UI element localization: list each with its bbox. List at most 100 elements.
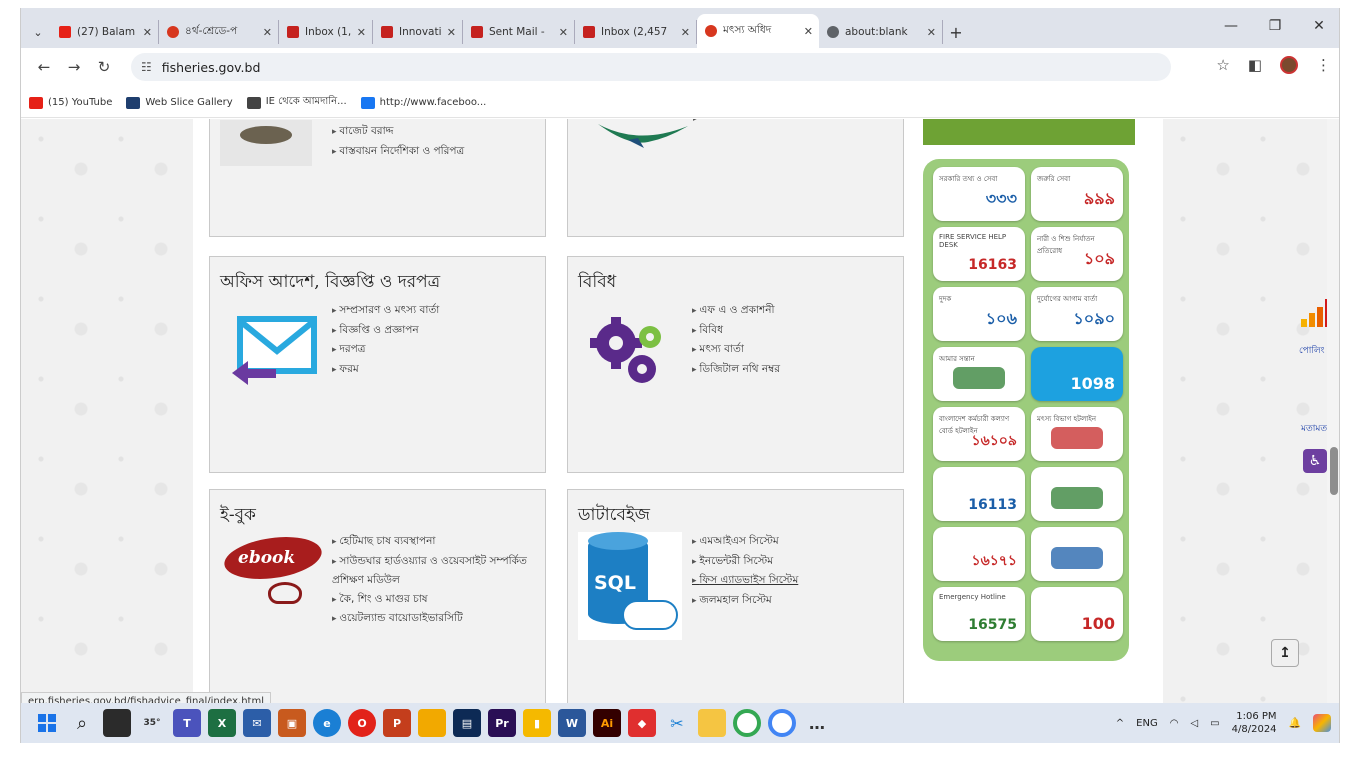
menu-icon[interactable]: ⋮ <box>1316 56 1331 74</box>
notice-link[interactable]: বিজ্ঞপ্তি ও প্রজ্ঞাপন <box>332 321 439 341</box>
close-tab-icon[interactable]: ✕ <box>143 26 152 39</box>
ebook-link-3[interactable]: কৈ, শিং ও মাগুর চাষ <box>332 590 537 610</box>
hotline-tile[interactable]: নারী ও শিশু নির্যাতন প্রতিরোধ ১০৯ <box>1031 227 1123 281</box>
mail-icon[interactable]: ✉ <box>243 709 271 737</box>
hotline-tile[interactable]: আমার সন্তান <box>933 347 1025 401</box>
opera-icon[interactable]: O <box>348 709 376 737</box>
tab-search-icon[interactable]: ⌄ <box>25 16 51 48</box>
profile-avatar[interactable] <box>1280 56 1298 74</box>
new-tab-button[interactable]: + <box>943 23 969 42</box>
browser-tab[interactable]: (27) Balam ✕ <box>51 20 159 44</box>
close-tab-icon[interactable]: ✕ <box>681 26 690 39</box>
weather-icon[interactable]: 35° <box>138 709 166 737</box>
clock[interactable]: 1:06 PM 4/8/2024 <box>1232 710 1277 736</box>
opinion-link[interactable]: মতামত <box>1301 421 1327 436</box>
copilot-icon[interactable] <box>1313 714 1331 732</box>
browser-tab[interactable]: ৪র্থ-শ্রেডে-প ✕ <box>159 20 279 44</box>
site-info-icon[interactable]: ☷ <box>141 60 152 74</box>
close-tab-icon[interactable]: ✕ <box>263 26 272 39</box>
tender-link[interactable]: দরপত্র <box>332 340 439 360</box>
restore-icon[interactable]: ❐ <box>1253 8 1297 44</box>
file-explorer-icon[interactable] <box>698 709 726 737</box>
hotline-tile[interactable]: দুর্যোগের আগাম বার্তা ১০৯০ <box>1031 287 1123 341</box>
browser-tab[interactable]: about:blank ✕ <box>819 20 943 44</box>
misc-link[interactable]: বিবিধ <box>692 321 780 341</box>
browser-tab[interactable]: Sent Mail - ✕ <box>463 20 575 44</box>
volume-icon[interactable]: ◁ <box>1190 718 1198 729</box>
battery-icon[interactable]: ▭ <box>1210 718 1219 729</box>
close-tab-icon[interactable]: ✕ <box>927 26 936 39</box>
inventory-system-link[interactable]: ইনভেন্টরী সিস্টেম <box>692 552 798 572</box>
hotline-tile[interactable]: জরুরি সেবা ৯৯৯ <box>1031 167 1123 221</box>
budget-link[interactable]: বাজেট বরাদ্দ <box>332 122 464 142</box>
edge-icon[interactable]: e <box>313 709 341 737</box>
hotline-tile[interactable]: 100 <box>1031 587 1123 641</box>
hotline-tile[interactable]: ১৬১৭১ <box>933 527 1025 581</box>
chrome-icon[interactable] <box>733 709 761 737</box>
tray-chevron-icon[interactable]: ^ <box>1116 718 1124 729</box>
more-apps-icon[interactable]: … <box>803 709 831 737</box>
back-icon[interactable]: ← <box>29 58 59 76</box>
power-bi-icon[interactable]: ▮ <box>523 709 551 737</box>
scroll-to-top-button[interactable]: ↥ <box>1271 639 1299 667</box>
hotline-tile[interactable]: দুদক ১০৬ <box>933 287 1025 341</box>
search-icon[interactable]: ⌕ <box>68 709 96 737</box>
scrollbar-thumb[interactable] <box>1330 447 1338 495</box>
premiere-icon[interactable]: Pr <box>488 709 516 737</box>
bookmark-star-icon[interactable]: ☆ <box>1216 56 1229 74</box>
fish-advice-system-link[interactable]: ফিস এ্যাডভাইস সিস্টেম <box>692 571 798 591</box>
minimize-icon[interactable]: — <box>1209 8 1253 44</box>
photos-icon[interactable]: ▣ <box>278 709 306 737</box>
sticky-notes-icon[interactable] <box>418 709 446 737</box>
excel-icon[interactable]: X <box>208 709 236 737</box>
reload-icon[interactable]: ↻ <box>89 58 119 76</box>
browser-tab[interactable]: Innovation ✕ <box>373 20 463 44</box>
fao-publication-link[interactable]: এফ এ ও প্রকাশনী <box>692 301 780 321</box>
bookmark-item[interactable]: Web Slice Gallery <box>126 96 233 109</box>
guideline-link[interactable]: বাস্তবায়ন নির্দেশিকা ও পরিপত্র <box>332 142 464 162</box>
bookmark-item[interactable]: IE থেকে আমদানি... <box>246 94 347 111</box>
chrome-profile-icon[interactable] <box>768 709 796 737</box>
browser-tab[interactable]: Inbox (1,19 ✕ <box>279 20 373 44</box>
ebook-link-2[interactable]: সাউন্ডঘার হার্ডওয়্যার ও ওয়েবসাইট সম্পর… <box>332 552 537 590</box>
notification-bell-icon[interactable]: 🔔 <box>1289 718 1301 729</box>
browser-tab[interactable]: মৎস্য অধিদ ✕ <box>697 14 819 48</box>
word-icon[interactable]: W <box>558 709 586 737</box>
ebook-link-4[interactable]: ওয়েটল্যান্ড বায়োডাইভারসিটি <box>332 609 537 629</box>
hotline-tile[interactable] <box>1031 467 1123 521</box>
illustrator-icon[interactable]: Ai <box>593 709 621 737</box>
accessibility-icon[interactable]: ♿ <box>1303 449 1327 473</box>
browser-tab[interactable]: Inbox (2,457 ✕ <box>575 20 697 44</box>
forward-icon[interactable]: → <box>59 58 89 76</box>
poll-link[interactable]: পোলিং <box>1299 343 1325 358</box>
fish-news-link[interactable]: মৎস্য বার্তা <box>692 340 780 360</box>
start-icon[interactable] <box>33 709 61 737</box>
close-window-icon[interactable]: ✕ <box>1297 8 1339 44</box>
page-scrollbar[interactable] <box>1327 119 1339 703</box>
close-tab-icon[interactable]: ✕ <box>447 26 456 39</box>
teams-icon[interactable]: T <box>173 709 201 737</box>
powerpoint-icon[interactable]: P <box>383 709 411 737</box>
bookmark-item[interactable]: http://www.faceboo... <box>360 96 486 109</box>
address-bar[interactable]: ☷ fisheries.gov.bd <box>131 53 1171 81</box>
form-link[interactable]: ফরম <box>332 360 439 380</box>
hotline-tile[interactable]: FIRE SERVICE HELP DESK 16163 <box>933 227 1025 281</box>
hotline-tile[interactable]: বাংলাদেশ কর্মচারী কল্যাণ বোর্ড হটলাইন ১৬১… <box>933 407 1025 461</box>
hotline-tile[interactable]: মৎস্য বিভাগ হটলাইন <box>1031 407 1123 461</box>
vpn-icon[interactable]: ▤ <box>453 709 481 737</box>
ebook-link-1[interactable]: হেটিমাছ চাষ ব্যবস্থাপনা <box>332 532 537 552</box>
mis-system-link[interactable]: এমআইএস সিস্টেম <box>692 532 798 552</box>
bookmark-item[interactable]: (15) YouTube <box>29 96 112 109</box>
hotline-tile[interactable] <box>1031 527 1123 581</box>
extension-news-link[interactable]: সম্প্রসারণ ও মৎস্য বার্তা <box>332 301 439 321</box>
hotline-tile[interactable]: সরকারি তথ্য ও সেবা ৩৩৩ <box>933 167 1025 221</box>
close-tab-icon[interactable]: ✕ <box>804 25 813 38</box>
hotline-tile[interactable]: Emergency Hotline 16575 <box>933 587 1025 641</box>
digital-file-link[interactable]: ডিজিটাল নথি নম্বর <box>692 360 780 380</box>
task-view-icon[interactable] <box>103 709 131 737</box>
hotline-tile[interactable]: 1098 <box>1031 347 1123 401</box>
close-tab-icon[interactable]: ✕ <box>357 26 366 39</box>
side-panel-icon[interactable]: ◧ <box>1248 56 1262 74</box>
close-tab-icon[interactable]: ✕ <box>559 26 568 39</box>
snipping-tool-icon[interactable]: ✂ <box>663 709 691 737</box>
